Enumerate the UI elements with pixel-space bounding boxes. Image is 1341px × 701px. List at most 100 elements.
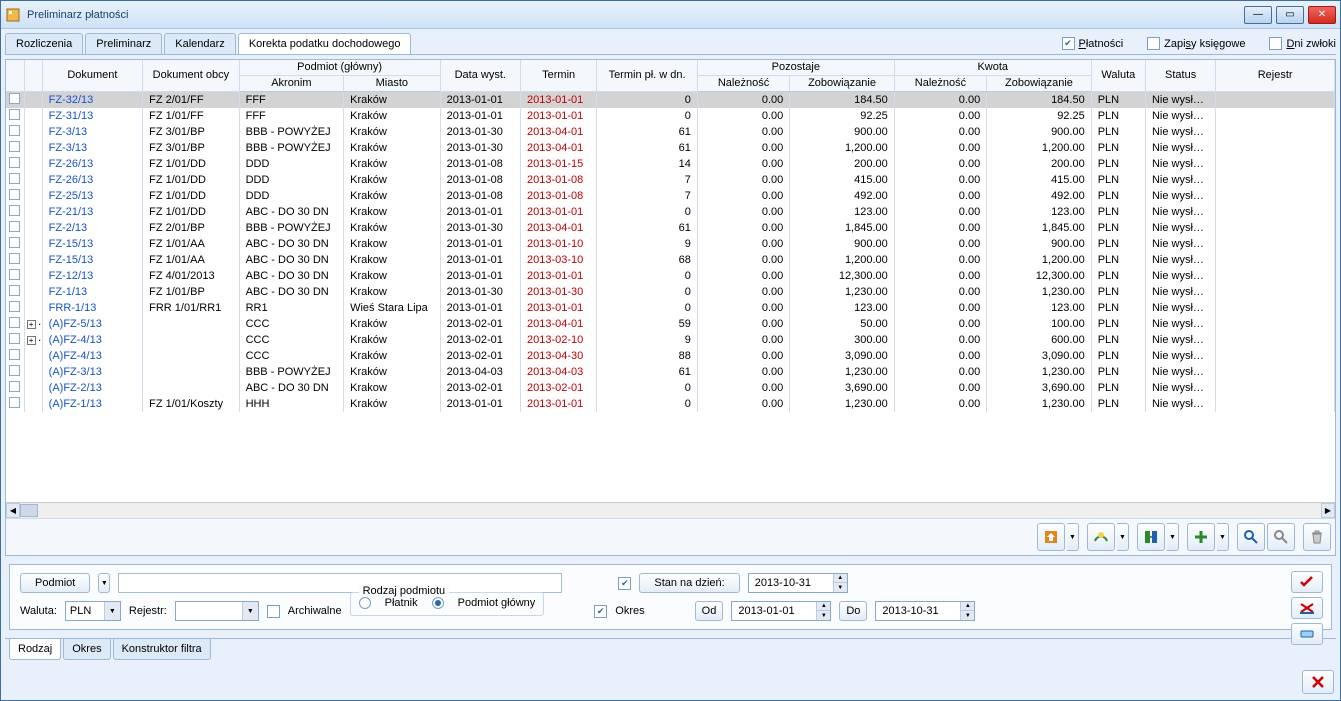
table-row[interactable]: (A)FZ-2/13ABC - DO 30 DNKrakow2013-02-01… <box>6 380 1335 396</box>
scroll-right[interactable]: ▶ <box>1321 503 1335 518</box>
tab-korekta[interactable]: Korekta podatku dochodowego <box>238 33 412 54</box>
col-data-wyst[interactable]: Data wyst. <box>440 60 520 92</box>
radio-podmiot-glowny[interactable] <box>432 597 444 609</box>
action-link-dd[interactable]: ▼ <box>1167 523 1179 551</box>
archiwalne-label: Archiwalne <box>288 605 342 617</box>
rodzaj-podmiotu-group: Rodzaj podmiotu Płatnik Podmiot główny <box>350 592 545 616</box>
label-zwloki: Dni zwłoki <box>1286 38 1336 50</box>
col-dok-obcy[interactable]: Dokument obcy <box>143 60 239 92</box>
table-row[interactable]: FZ-3/13FZ 3/01/BPBBB - POWYŻEJKraków2013… <box>6 124 1335 140</box>
close-form-button[interactable] <box>1302 670 1334 694</box>
top-tabs: Rozliczenia Preliminarz Kalendarz Korekt… <box>5 33 1336 55</box>
table-row[interactable]: FZ-15/13FZ 1/01/AAABC - DO 30 DNKrakow20… <box>6 252 1335 268</box>
action-link-button[interactable] <box>1137 523 1165 551</box>
table-row[interactable]: +(A)FZ-4/13CCCKraków2013-02-012013-02-10… <box>6 332 1335 348</box>
tab-rozliczenia[interactable]: Rozliczenia <box>5 33 83 54</box>
btab-okres[interactable]: Okres <box>63 639 110 660</box>
action-ksieguj-dd[interactable]: ▼ <box>1067 523 1079 551</box>
checkbox-archiwalne[interactable] <box>267 605 280 618</box>
table-row[interactable]: FZ-1/13FZ 1/01/BPABC - DO 30 DNKrakow201… <box>6 284 1335 300</box>
col-p-zobow[interactable]: Zobowiązanie <box>790 76 895 92</box>
rejestr-combo[interactable]: ▼ <box>175 601 259 621</box>
table-row[interactable]: FZ-2/13FZ 2/01/BPBBB - POWYŻEJKraków2013… <box>6 220 1335 236</box>
footer <box>1 664 1340 700</box>
col-status[interactable]: Status <box>1145 60 1215 92</box>
delete-button[interactable] <box>1303 523 1331 551</box>
payments-table: Dokument Dokument obcy Podmiot (główny) … <box>6 60 1335 412</box>
btab-konstruktor[interactable]: Konstruktor filtra <box>113 639 211 660</box>
table-row[interactable]: FZ-15/13FZ 1/01/AAABC - DO 30 DNKrakow20… <box>6 236 1335 252</box>
action-reconcile-dd[interactable]: ▼ <box>1117 523 1129 551</box>
checkbox-stan-na[interactable]: ✔ <box>618 577 631 590</box>
col-pozostaje[interactable]: Pozostaje <box>697 60 894 76</box>
minimize-button[interactable]: — <box>1244 6 1272 24</box>
col-rejestr[interactable]: Rejestr <box>1216 60 1335 92</box>
table-row[interactable]: FZ-21/13FZ 1/01/DDABC - DO 30 DNKrakow20… <box>6 204 1335 220</box>
clear-filter-button[interactable] <box>1291 597 1323 619</box>
label-zapisy: Zapisy księgowe <box>1164 38 1245 50</box>
table-row[interactable]: (A)FZ-4/13CCCKraków2013-02-012013-04-308… <box>6 348 1335 364</box>
podmiot-dd[interactable]: ▼ <box>98 573 110 593</box>
table-row[interactable]: FZ-26/13FZ 1/01/DDDDDKraków2013-01-08201… <box>6 156 1335 172</box>
table-row[interactable]: FZ-31/13FZ 1/01/FFFFFKraków2013-01-01201… <box>6 108 1335 124</box>
col-kwota[interactable]: Kwota <box>894 60 1091 76</box>
checkbox-zapisy[interactable] <box>1147 37 1160 50</box>
btab-rodzaj[interactable]: Rodzaj <box>9 639 61 660</box>
close-button[interactable]: ✕ <box>1308 6 1336 24</box>
stan-na-date[interactable]: 2013-10-31▲▼ <box>748 573 848 593</box>
do-date[interactable]: 2013-10-31▲▼ <box>875 601 975 621</box>
titlebar: Preliminarz płatności — ▭ ✕ <box>1 1 1340 29</box>
label-platnosci: Płatności <box>1079 38 1124 50</box>
checkbox-platnosci[interactable]: ✔ <box>1062 37 1075 50</box>
table-row[interactable]: FZ-12/13FZ 4/01/2013ABC - DO 30 DNKrakow… <box>6 268 1335 284</box>
col-k-zobow[interactable]: Zobowiązanie <box>987 76 1092 92</box>
grid-scroll[interactable]: Dokument Dokument obcy Podmiot (główny) … <box>6 60 1335 502</box>
table-row[interactable]: FRR-1/13FRR 1/01/RR1RR1Wieś Stara Lipa20… <box>6 300 1335 316</box>
stan-na-button[interactable]: Stan na dzień: <box>639 573 739 593</box>
filter-panel: Podmiot ▼ ✔ Stan na dzień: 2013-10-31▲▼ … <box>9 564 1332 630</box>
waluta-combo[interactable]: PLN▼ <box>65 601 121 621</box>
col-podmiot-grp[interactable]: Podmiot (główny) <box>239 60 440 76</box>
action-ksieguj-button[interactable] <box>1037 523 1065 551</box>
checkbox-okres[interactable]: ✔ <box>594 605 607 618</box>
tab-kalendarz[interactable]: Kalendarz <box>164 33 236 54</box>
col-akronim[interactable]: Akronim <box>239 76 344 92</box>
table-row[interactable]: FZ-25/13FZ 1/01/DDDDDKraków2013-01-08201… <box>6 188 1335 204</box>
maximize-button[interactable]: ▭ <box>1276 6 1304 24</box>
checkbox-zwloki[interactable] <box>1269 37 1282 50</box>
col-miasto[interactable]: Miasto <box>344 76 440 92</box>
grid-toolbar: ▼ ▼ ▼ ▼ <box>6 518 1335 555</box>
col-k-naleznosc[interactable]: Należność <box>894 76 986 92</box>
do-button[interactable]: Do <box>839 601 867 621</box>
bottom-tabs: Rodzaj Okres Konstruktor filtra <box>5 638 1336 660</box>
table-row[interactable]: (A)FZ-1/13FZ 1/01/KosztyHHHKraków2013-01… <box>6 396 1335 412</box>
col-termin[interactable]: Termin <box>520 60 596 92</box>
scroll-left[interactable]: ◀ <box>6 503 20 518</box>
scroll-thumb[interactable] <box>20 504 38 517</box>
add-dd[interactable]: ▼ <box>1217 523 1229 551</box>
zoom2-button[interactable] <box>1267 523 1295 551</box>
podmiot-input[interactable] <box>118 573 562 593</box>
col-termin-dn[interactable]: Termin pł. w dn. <box>597 60 697 92</box>
table-row[interactable]: +(A)FZ-5/13CCCKraków2013-02-012013-04-01… <box>6 316 1335 332</box>
zoom-button[interactable] <box>1237 523 1265 551</box>
col-p-naleznosc[interactable]: Należność <box>697 76 789 92</box>
table-row[interactable]: FZ-3/13FZ 3/01/BPBBB - POWYŻEJKraków2013… <box>6 140 1335 156</box>
table-row[interactable]: FZ-26/13FZ 1/01/DDDDDKraków2013-01-08201… <box>6 172 1335 188</box>
radio-platnik[interactable] <box>359 597 371 609</box>
okres-label: Okres <box>615 605 644 617</box>
action-reconcile-button[interactable] <box>1087 523 1115 551</box>
apply-filter-button[interactable] <box>1291 571 1323 593</box>
expand-filter-button[interactable] <box>1291 623 1323 645</box>
table-row[interactable]: FZ-32/13FZ 2/01/FFFFFKraków2013-01-01201… <box>6 92 1335 109</box>
table-row[interactable]: (A)FZ-3/13BBB - POWYŻEJKraków2013-04-032… <box>6 364 1335 380</box>
rejestr-label: Rejestr: <box>129 605 167 617</box>
col-waluta[interactable]: Waluta <box>1091 60 1145 92</box>
podmiot-button[interactable]: Podmiot <box>20 573 90 593</box>
add-button[interactable] <box>1187 523 1215 551</box>
col-dokument[interactable]: Dokument <box>42 60 142 92</box>
h-scrollbar[interactable]: ◀ ▶ <box>6 502 1335 518</box>
tab-preliminarz[interactable]: Preliminarz <box>85 33 162 54</box>
od-date[interactable]: 2013-01-01▲▼ <box>731 601 831 621</box>
od-button[interactable]: Od <box>695 601 724 621</box>
